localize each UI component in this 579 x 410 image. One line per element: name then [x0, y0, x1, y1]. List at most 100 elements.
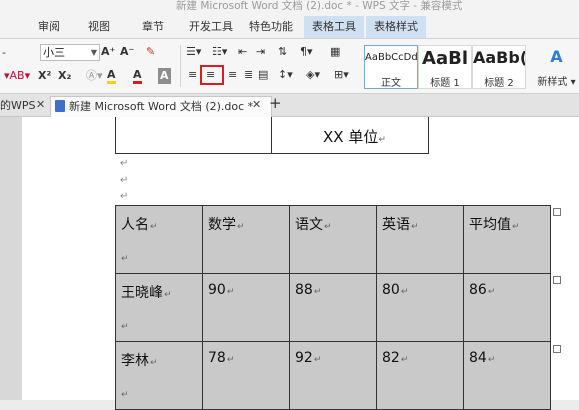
- style-heading-2-name: 标题 2: [484, 78, 514, 89]
- menu-review[interactable]: 审阅: [30, 16, 68, 38]
- style-heading-1-name: 标题 1: [430, 78, 460, 89]
- para-mark: ↵: [237, 222, 245, 232]
- header-divider: [271, 117, 272, 153]
- table-cell[interactable]: 平均值↵: [463, 205, 551, 274]
- numbering-icon[interactable]: ☷▾: [212, 44, 227, 60]
- align-left-icon[interactable]: ≡: [188, 67, 197, 83]
- score-table[interactable]: 人名↵ ↵ 数学↵ 语文↵ 英语↵ 平均值↵ 王晓峰↵ ↵ 90↵ 88↵ 80↵ …: [115, 205, 551, 410]
- cell-chinese: 88: [295, 282, 313, 298]
- table-row: 李林↵ ↵ 78↵ 92↵ 82↵ 84↵: [115, 341, 551, 410]
- table-resize-handle[interactable]: [553, 276, 561, 284]
- cell-average: 86: [469, 282, 487, 298]
- highlight-button[interactable]: A: [107, 68, 116, 84]
- table-cell[interactable]: 92↵: [289, 341, 377, 410]
- tab-active-document[interactable]: 新建 Microsoft Word 文档 (2).doc *: [50, 96, 272, 117]
- distribute-icon[interactable]: ▤: [258, 67, 268, 83]
- para-mark: ↵: [121, 322, 129, 332]
- table-cell[interactable]: 李林↵ ↵: [115, 341, 203, 410]
- style-heading-1-preview: AaBl: [422, 48, 468, 69]
- document-icon: [55, 100, 65, 112]
- table-cell[interactable]: 人名↵ ↵: [115, 205, 203, 274]
- superscript-button[interactable]: X²: [38, 68, 51, 84]
- subscript-button[interactable]: X₂: [58, 68, 71, 84]
- new-tab-button[interactable]: +: [269, 95, 282, 111]
- borders-icon[interactable]: ⊞▾: [334, 67, 349, 83]
- new-style-button[interactable]: A 新样式 ▾: [534, 45, 579, 89]
- header-english: 英语: [382, 217, 410, 233]
- shrink-font-button[interactable]: A⁻: [120, 44, 134, 60]
- para-mark: ↵: [487, 355, 496, 365]
- style-heading-1[interactable]: AaBl 标题 1: [418, 45, 472, 89]
- window-title: 新建 Microsoft Word 文档 (2).doc * - WPS 文字 …: [176, 0, 463, 12]
- table-cell[interactable]: 语文↵: [289, 205, 377, 274]
- strikethrough-icon[interactable]: ▾AB▾: [4, 68, 30, 84]
- cell-chinese: 92: [295, 350, 313, 366]
- style-heading-2[interactable]: AaBb( 标题 2: [472, 45, 526, 89]
- tab-home-wps[interactable]: 的WPS: [0, 96, 36, 116]
- line-spacing-icon[interactable]: ↕▾: [278, 67, 293, 83]
- ribbon-left-edge: -: [2, 46, 6, 59]
- cell-math: 90: [208, 282, 226, 298]
- table-cell[interactable]: 数学↵: [202, 205, 290, 274]
- header-title: XX 单位↵: [323, 126, 386, 147]
- text-effect-icon[interactable]: Ⓐ▾: [86, 68, 103, 84]
- justify-icon[interactable]: ≣: [244, 67, 253, 83]
- para-mark: ↵: [121, 390, 129, 400]
- table-cell[interactable]: 78↵: [202, 341, 290, 410]
- para-mark: ↵: [121, 254, 129, 264]
- table-resize-handle[interactable]: [553, 208, 561, 216]
- table-cell[interactable]: 84↵: [463, 341, 551, 410]
- table-cell[interactable]: 王晓峰↵ ↵: [115, 273, 203, 342]
- menu-table-tools[interactable]: 表格工具: [304, 16, 364, 38]
- para-mark: ↵: [164, 290, 172, 300]
- table-cell[interactable]: 英语↵: [376, 205, 464, 274]
- header-math: 数学: [208, 217, 236, 233]
- menu-chapter[interactable]: 章节: [134, 16, 172, 38]
- menu-bar: 审阅 视图 章节 开发工具 特色功能 表格工具 表格样式: [0, 16, 579, 39]
- table-grid-icon[interactable]: ▦: [330, 44, 340, 60]
- table-cell[interactable]: 80↵: [376, 273, 464, 342]
- cell-name: 李林: [121, 353, 149, 369]
- header-chinese: 语文: [295, 217, 323, 233]
- para-mark: ↵: [512, 222, 520, 232]
- table-resize-handle[interactable]: [553, 345, 561, 353]
- style-normal[interactable]: AaBbCcDd 正文: [364, 45, 418, 89]
- chevron-down-icon: ▼: [90, 48, 97, 57]
- header-average: 平均值: [469, 217, 511, 233]
- indent-icon[interactable]: ⇥: [256, 44, 265, 60]
- table-cell[interactable]: 82↵: [376, 341, 464, 410]
- para-mark: ↵: [313, 355, 322, 365]
- font-size-select[interactable]: 小三 ▼: [40, 44, 100, 61]
- table-cell[interactable]: 90↵: [202, 273, 290, 342]
- menu-features[interactable]: 特色功能: [246, 16, 296, 38]
- menu-table-style[interactable]: 表格样式: [366, 16, 426, 38]
- para-mark: ↵: [226, 287, 235, 297]
- para-mark: ↵: [400, 355, 409, 365]
- bullets-icon[interactable]: ☰▾: [186, 44, 201, 60]
- cell-math: 78: [208, 350, 226, 366]
- grow-font-button[interactable]: A⁺: [101, 44, 115, 60]
- outdent-icon[interactable]: ⇤: [238, 44, 247, 60]
- cell-name: 王晓峰: [121, 285, 163, 301]
- sort-icon[interactable]: ⇅: [278, 44, 287, 60]
- close-tab-icon[interactable]: ✕: [252, 98, 261, 111]
- header-table: XX 单位↵: [115, 117, 429, 154]
- table-header-row: 人名↵ ↵ 数学↵ 语文↵ 英语↵ 平均值↵: [115, 205, 551, 274]
- new-style-icon: A: [550, 47, 563, 66]
- para-mark: ↵: [120, 175, 129, 186]
- table-cell[interactable]: 88↵: [289, 273, 377, 342]
- menu-developer[interactable]: 开发工具: [186, 16, 236, 38]
- table-cell[interactable]: 86↵: [463, 273, 551, 342]
- align-right-icon[interactable]: ≡: [228, 67, 237, 83]
- show-marks-icon[interactable]: ¶▾: [300, 44, 313, 60]
- para-mark: ↵: [226, 355, 235, 365]
- font-color-button[interactable]: A: [133, 68, 142, 84]
- close-icon[interactable]: ✕: [36, 98, 45, 111]
- clear-format-icon[interactable]: ✎: [146, 44, 155, 60]
- shading-icon[interactable]: ◈▾: [306, 67, 320, 83]
- para-mark: ↵: [400, 287, 409, 297]
- menu-view[interactable]: 视图: [80, 16, 118, 38]
- char-shade-button[interactable]: A: [158, 68, 171, 84]
- header-name: 人名: [121, 217, 149, 233]
- cell-average: 84: [469, 350, 487, 366]
